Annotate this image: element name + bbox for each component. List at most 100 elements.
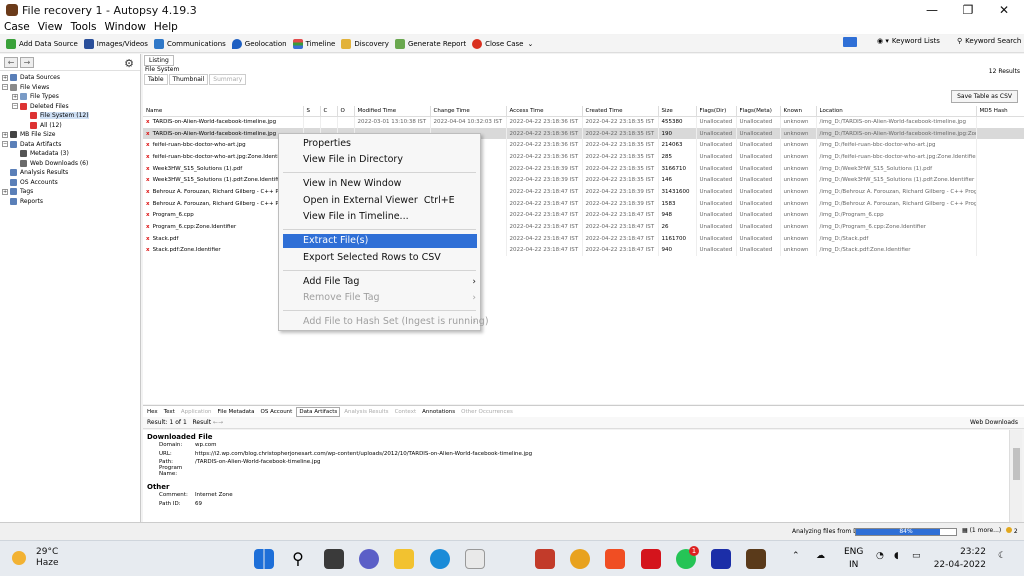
viewer-tab[interactable]: File Metadata: [216, 408, 257, 416]
notification-center-icon[interactable]: ☾: [998, 551, 1006, 561]
images-videos-button[interactable]: Images/Videos: [83, 38, 148, 49]
tab-table[interactable]: Table: [144, 73, 168, 85]
file-explorer-icon[interactable]: [394, 549, 414, 569]
expand-toggle-icon[interactable]: −: [2, 141, 8, 148]
viewer-tab[interactable]: Text: [162, 408, 177, 416]
tree-node[interactable]: + File Types: [0, 92, 140, 102]
email-icon[interactable]: [843, 37, 857, 47]
save-table-csv-button[interactable]: Save Table as CSV: [951, 90, 1018, 103]
weather-widget[interactable]: 29°C Haze: [12, 547, 59, 569]
discovery-button[interactable]: Discovery: [341, 38, 389, 49]
close-case-button[interactable]: Close Case ⌄: [472, 38, 533, 49]
menu-item-view-in-directory[interactable]: View File in Directory: [279, 153, 480, 167]
clock[interactable]: 23:22 22-04-2022: [930, 546, 986, 572]
menu-item-view-new-window[interactable]: View in New Window: [279, 177, 480, 191]
chrome-browser-icon[interactable]: [570, 549, 590, 569]
wifi-icon[interactable]: ◔: [876, 551, 884, 561]
column-header[interactable]: Access Time: [506, 106, 583, 117]
app-icon[interactable]: [535, 549, 555, 569]
table-row[interactable]: x Behrouz A. Forouzan, Richard Gilberg - …: [143, 186, 1024, 198]
viewer-tab[interactable]: Annotations: [420, 408, 457, 416]
column-header[interactable]: Modified Time: [354, 106, 431, 117]
geolocation-button[interactable]: Geolocation: [231, 38, 287, 49]
table-row[interactable]: x TARDIS-on-Alien-World-facebook-timeline…: [143, 116, 1024, 128]
menu-item-open-external-viewer[interactable]: Open in External Viewer Ctrl+E: [279, 194, 480, 208]
column-header[interactable]: Location: [816, 106, 977, 117]
expand-toggle-icon[interactable]: +: [2, 131, 8, 138]
tree-node[interactable]: − Data Artifacts: [0, 140, 140, 150]
tree-node[interactable]: + Tags: [0, 187, 140, 197]
tree-node[interactable]: Reports: [0, 197, 140, 207]
tree-node[interactable]: File System (12): [0, 111, 140, 121]
tab-listing[interactable]: Listing: [144, 54, 174, 66]
table-row[interactable]: x Stack.pdf:Zone.Identifier 2022-04-22 23:…: [143, 244, 1024, 257]
search-icon[interactable]: ⚲: [288, 549, 308, 569]
gear-icon[interactable]: ⚙: [124, 57, 134, 70]
keyword-lists-button[interactable]: ◉ ▾ Keyword Lists: [877, 37, 940, 45]
communications-button[interactable]: Communications: [153, 38, 226, 49]
viewer-tab[interactable]: Hex: [145, 408, 160, 416]
close-window-button[interactable]: ✕: [986, 0, 1022, 20]
chevron-up-icon[interactable]: ⌃: [792, 551, 800, 561]
expand-toggle-icon[interactable]: +: [2, 74, 8, 81]
tab-thumbnail[interactable]: Thumbnail: [168, 73, 209, 85]
tree-node[interactable]: Metadata (3): [0, 149, 140, 159]
column-header[interactable]: Change Time: [430, 106, 507, 117]
minimize-button[interactable]: —: [914, 0, 950, 20]
tree-node[interactable]: OS Accounts: [0, 178, 140, 188]
edge-browser-icon[interactable]: [430, 549, 450, 569]
back-arrow-icon[interactable]: ←: [4, 56, 18, 68]
column-header[interactable]: Size: [658, 106, 697, 117]
table-row[interactable]: x Program_6.cpp 2022-04-22 23:18:47 IST 202…: [143, 209, 1024, 222]
table-row[interactable]: x Week3HW_S15_Solutions (1).pdf:Zone.Iden…: [143, 174, 1024, 187]
column-header[interactable]: S: [303, 106, 321, 117]
task-view-icon[interactable]: [324, 549, 344, 569]
add-data-source-button[interactable]: Add Data Source: [6, 38, 78, 49]
tree-node[interactable]: − Deleted Files: [0, 102, 140, 112]
column-header[interactable]: O: [337, 106, 355, 117]
table-row[interactable]: x feifei-ruan-bbc-doctor-who-art.jpg:Zone…: [143, 151, 1024, 163]
expand-toggle-icon[interactable]: −: [2, 84, 8, 91]
amazon-music-icon[interactable]: [711, 549, 731, 569]
menu-view[interactable]: View: [38, 21, 63, 33]
menu-item-view-in-timeline[interactable]: View File in Timeline...: [279, 210, 480, 224]
menu-window[interactable]: Window: [105, 21, 146, 33]
autopsy-taskbar-icon[interactable]: [746, 549, 766, 569]
forward-arrow-icon[interactable]: →: [20, 56, 34, 68]
tree-node[interactable]: Web Downloads (6): [0, 159, 140, 169]
volume-icon[interactable]: ◖: [894, 551, 899, 561]
tree-node[interactable]: − File Views: [0, 83, 140, 93]
table-row[interactable]: x Program_6.cpp:Zone.Identifier 2022-04-22…: [143, 221, 1024, 233]
column-header[interactable]: Flags(Meta): [736, 106, 781, 117]
expand-toggle-icon[interactable]: +: [2, 188, 8, 195]
menu-item-properties[interactable]: Properties: [279, 137, 480, 151]
tree-node[interactable]: Analysis Results: [0, 168, 140, 178]
scroll-thumb[interactable]: [1013, 448, 1020, 480]
whatsapp-icon[interactable]: 1: [676, 546, 699, 569]
tree-node[interactable]: + MB File Size: [0, 130, 140, 140]
generate-report-button[interactable]: Generate Report: [394, 38, 466, 49]
menu-case[interactable]: Case: [4, 21, 30, 33]
table-row[interactable]: x Week3HW_S15_Solutions (1).pdf 2022-04-22…: [143, 162, 1024, 175]
expand-toggle-icon[interactable]: −: [12, 103, 18, 110]
notification-icon[interactable]: 2: [1006, 527, 1018, 537]
keyword-search-button[interactable]: ⚲ Keyword Search: [957, 37, 1021, 45]
content-scrollbar[interactable]: [1009, 430, 1022, 522]
column-header[interactable]: C: [320, 106, 338, 117]
maximize-button[interactable]: ❐: [950, 0, 986, 20]
language-indicator[interactable]: ENG IN: [844, 546, 863, 572]
column-header[interactable]: Known: [780, 106, 817, 117]
column-header[interactable]: Flags(Dir): [696, 106, 737, 117]
menu-item-export-csv[interactable]: Export Selected Rows to CSV: [279, 251, 480, 265]
brave-browser-icon[interactable]: [605, 549, 625, 569]
tree-node[interactable]: + Data Sources: [0, 73, 140, 83]
column-header[interactable]: Name: [143, 106, 304, 117]
menu-item-extract-files[interactable]: Extract File(s): [283, 234, 477, 248]
battery-icon[interactable]: ▭: [912, 551, 921, 561]
table-row[interactable]: x Behrouz A. Forouzan, Richard Gilberg - …: [143, 197, 1024, 210]
viewer-tab[interactable]: OS Account: [259, 408, 295, 416]
menu-item-add-file-tag[interactable]: Add File Tag ›: [279, 275, 480, 289]
table-row[interactable]: x Stack.pdf 2022-04-22 23:18:47 IST 2022-04…: [143, 232, 1024, 245]
viewer-tab[interactable]: Data Artifacts: [296, 406, 341, 417]
table-row[interactable]: x TARDIS-on-Alien-World-facebook-timeline…: [143, 127, 1024, 140]
